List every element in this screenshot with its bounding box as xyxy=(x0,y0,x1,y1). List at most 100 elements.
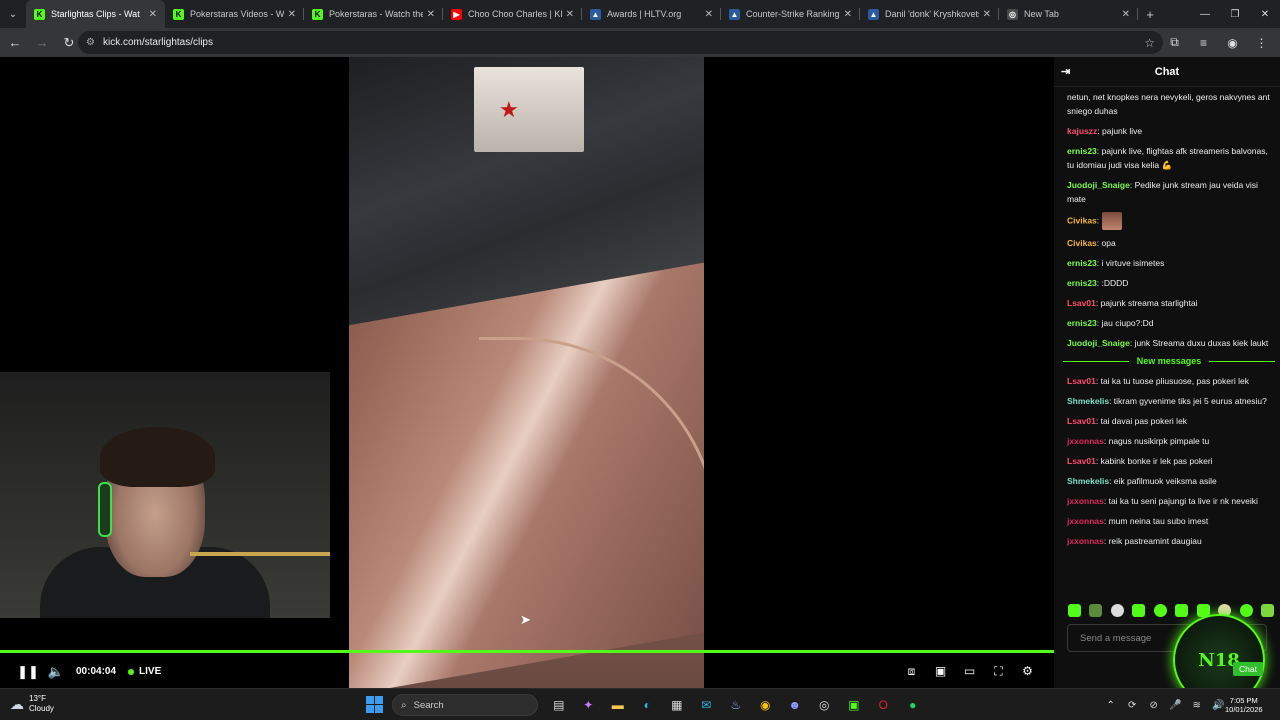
back-icon[interactable]: ← xyxy=(3,31,27,55)
chrome-icon[interactable]: ◉ xyxy=(751,693,781,717)
close-tab-icon[interactable]: ✕ xyxy=(705,9,713,20)
discord-icon[interactable]: ☻ xyxy=(780,693,810,717)
file-explorer-icon[interactable]: ▬ xyxy=(603,693,633,717)
windows-start-icon[interactable] xyxy=(366,696,383,713)
app-icon[interactable]: ◎ xyxy=(810,693,840,717)
settings-gear-icon[interactable]: ⚙ xyxy=(1013,657,1042,685)
theater-mode-icon[interactable]: ▭ xyxy=(955,657,984,685)
chat-message: Civikas: xyxy=(1067,212,1271,230)
pause-icon[interactable]: ❚❚ xyxy=(14,658,42,686)
emote-icon[interactable] xyxy=(1239,604,1253,617)
taskbar-search[interactable]: ⌕ Search xyxy=(392,694,538,716)
chat-username[interactable]: Civikas xyxy=(1067,215,1097,225)
emote-icon[interactable] xyxy=(1068,604,1081,617)
picture-in-picture-icon[interactable]: ⧈ xyxy=(897,657,926,685)
live-indicator[interactable]: LIVE xyxy=(128,666,161,677)
chat-username[interactable]: Juodoji_Snaige xyxy=(1067,180,1130,190)
chat-username[interactable]: Shmekelis xyxy=(1067,476,1109,486)
video-progress-bar[interactable] xyxy=(0,650,1054,653)
chat-username[interactable]: Lsav01 xyxy=(1067,298,1096,308)
bookmark-star-icon[interactable]: ☆ xyxy=(1144,36,1155,50)
emote-icon[interactable] xyxy=(1175,604,1189,617)
new-tab-button[interactable]: + xyxy=(1138,7,1162,22)
tray-app-icon[interactable]: ⟳ xyxy=(1122,694,1144,716)
browser-tab[interactable]: K Pokerstaras Videos - Wat ✕ xyxy=(165,0,304,28)
fullscreen-icon[interactable]: ⛶ xyxy=(984,657,1013,685)
menu-kebab-icon[interactable]: ⋮ xyxy=(1247,30,1276,55)
chat-username[interactable]: Juodoji_Snaige xyxy=(1067,338,1130,348)
close-tab-icon[interactable]: ✕ xyxy=(566,9,574,20)
emote-icon[interactable] xyxy=(1089,604,1103,617)
emote-quick-bar xyxy=(1068,604,1274,617)
video-box-object xyxy=(474,67,584,152)
chat-username[interactable]: jxxonnas xyxy=(1067,496,1104,506)
close-tab-icon[interactable]: ✕ xyxy=(149,9,157,20)
mic-icon[interactable]: 🎤 xyxy=(1165,694,1187,716)
url-text: kick.com/starlightas/clips xyxy=(102,37,213,48)
close-tab-icon[interactable]: ✕ xyxy=(844,9,852,20)
chat-username[interactable]: Lsav01 xyxy=(1067,456,1096,466)
media-controls-icon[interactable]: ≡ xyxy=(1189,30,1218,55)
browser-tab[interactable]: K Starlightas Clips - Wat ✕ xyxy=(26,0,165,28)
restore-icon[interactable]: ❐ xyxy=(1220,0,1250,28)
browser-tab[interactable]: ▲ Awards | HLTV.org ✕ xyxy=(582,0,721,28)
taskbar-clock[interactable]: 7:05 PM 10/01/2026 xyxy=(1225,696,1263,714)
close-window-icon[interactable]: ✕ xyxy=(1250,0,1280,28)
browser-tab[interactable]: K Pokerstaras - Watch the V ✕ xyxy=(304,0,443,28)
opera-icon[interactable]: O xyxy=(869,693,899,717)
kick-app-icon[interactable]: ▣ xyxy=(839,693,869,717)
wifi-icon[interactable]: ≋ xyxy=(1186,694,1208,716)
chat-username[interactable]: Lsav01 xyxy=(1067,416,1096,426)
emote-icon[interactable] xyxy=(1132,604,1146,617)
profile-icon[interactable]: ◉ xyxy=(1218,30,1247,55)
outlook-icon[interactable]: ✉ xyxy=(692,693,722,717)
edge-icon[interactable]: ◐ xyxy=(633,693,663,717)
site-info-icon[interactable]: ⚙ xyxy=(86,37,95,48)
collapse-chat-icon[interactable]: ⇥ xyxy=(1061,65,1070,78)
chat-message: Shmekelis: eik pafilmuok veiksma asile xyxy=(1067,474,1271,488)
tray-chevron-icon[interactable]: ⌃ xyxy=(1100,694,1122,716)
network-off-icon[interactable]: ⊘ xyxy=(1143,694,1165,716)
chat-username[interactable]: ernis23 xyxy=(1067,258,1097,268)
task-view-icon[interactable]: ▤ xyxy=(544,693,574,717)
browser-tab[interactable]: ◎ New Tab ✕ xyxy=(999,0,1138,28)
minimize-icon[interactable]: — xyxy=(1190,0,1220,28)
address-bar[interactable]: ⚙ kick.com/starlightas/clips ☆ xyxy=(78,31,1163,54)
tab-search-chevron-icon[interactable]: ⌄ xyxy=(0,0,26,28)
chat-username[interactable]: ernis23 xyxy=(1067,318,1097,328)
copilot-icon[interactable]: ✦ xyxy=(574,693,604,717)
weather-widget[interactable]: ☁ 13°F Cloudy xyxy=(10,694,54,714)
chat-username[interactable]: jxxonnas xyxy=(1067,536,1104,546)
chat-colon: : xyxy=(1096,215,1102,226)
chat-username[interactable]: kajuszz xyxy=(1067,126,1097,136)
close-tab-icon[interactable]: ✕ xyxy=(427,9,435,20)
video-player[interactable]: ★ ➤ ❚❚ 🔈 00:04:04 LIVE ⧈ ▣ ▭ ⛶ ⚙ xyxy=(0,57,1054,688)
extensions-icon[interactable]: ⧉ xyxy=(1160,30,1189,55)
floating-chat-button[interactable]: Chat xyxy=(1233,662,1263,676)
chat-username[interactable]: jxxonnas xyxy=(1067,436,1104,446)
close-tab-icon[interactable]: ✕ xyxy=(983,9,991,20)
clip-icon[interactable]: ▣ xyxy=(926,657,955,685)
chat-username[interactable]: Lsav01 xyxy=(1067,376,1096,386)
emote-icon[interactable] xyxy=(1260,604,1274,617)
browser-tab[interactable]: ▶ Choo Choo Charles | KILL ✕ xyxy=(443,0,582,28)
spotify-icon[interactable]: ● xyxy=(898,693,928,717)
chat-username[interactable]: jxxonnas xyxy=(1067,516,1104,526)
browser-tab[interactable]: ▲ Danil 'donk' Kryshkovets ✕ xyxy=(860,0,999,28)
steam-icon[interactable]: ♨ xyxy=(721,693,751,717)
emote-icon[interactable] xyxy=(1110,604,1124,617)
chat-message-list[interactable]: netun, net knopkes nera nevykeli, geros … xyxy=(1054,87,1280,602)
store-icon[interactable]: ▦ xyxy=(662,693,692,717)
close-tab-icon[interactable]: ✕ xyxy=(1122,9,1130,20)
chat-username[interactable]: ernis23 xyxy=(1067,278,1097,288)
chat-username[interactable]: Civikas xyxy=(1067,238,1097,248)
forward-icon[interactable]: → xyxy=(30,31,54,55)
kick-favicon-icon: K xyxy=(34,8,45,20)
volume-icon[interactable]: 🔈 xyxy=(42,658,70,686)
browser-tab[interactable]: ▲ Counter-Strike Ranking | ✕ xyxy=(721,0,860,28)
chat-message-text: junk Streama duxu duxas kiek laukt xyxy=(1134,338,1269,348)
chat-username[interactable]: ernis23 xyxy=(1067,146,1097,156)
close-tab-icon[interactable]: ✕ xyxy=(288,9,296,20)
emote-icon[interactable] xyxy=(1153,604,1167,617)
chat-username[interactable]: Shmekelis xyxy=(1067,396,1109,406)
